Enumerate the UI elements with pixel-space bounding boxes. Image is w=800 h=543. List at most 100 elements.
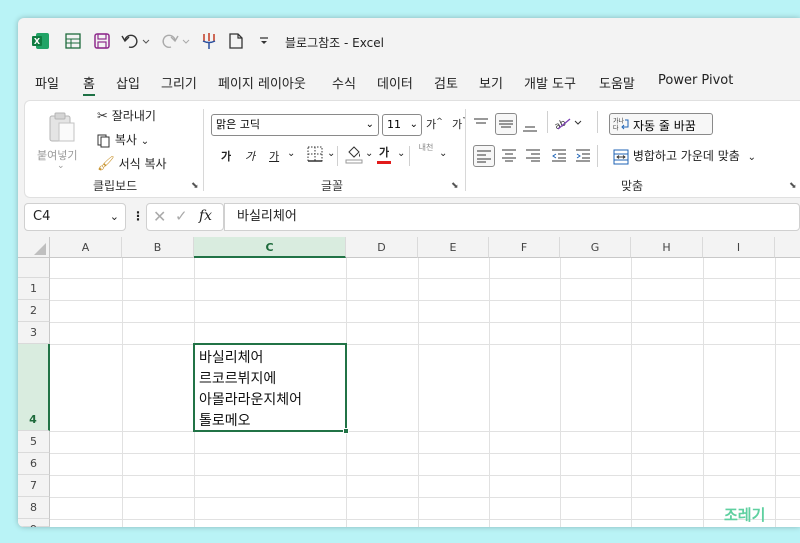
tab-file[interactable]: 파일 — [35, 73, 59, 92]
column-header-i[interactable]: I — [703, 237, 775, 258]
column-header-g[interactable]: G — [560, 237, 631, 258]
copy-label: 복사 — [114, 133, 137, 147]
increase-font-button[interactable]: 가^ — [426, 116, 443, 132]
decrease-indent-icon[interactable] — [551, 147, 567, 163]
align-center-icon[interactable] — [501, 147, 517, 163]
row-header-7[interactable]: 7 — [18, 475, 50, 497]
column-header-d[interactable]: D — [346, 237, 418, 258]
chevron-down-icon: ⌄ — [365, 119, 374, 130]
borders-icon[interactable] — [307, 146, 323, 162]
tab-page-layout[interactable]: 페이지 레이아웃 — [218, 73, 306, 92]
align-left-icon[interactable] — [473, 145, 495, 167]
font-name-select[interactable]: 맑은 고딕 ⌄ — [211, 114, 379, 136]
column-header-c[interactable]: C — [194, 237, 346, 258]
row-header-5[interactable]: 5 — [18, 431, 50, 453]
tab-data[interactable]: 데이터 — [377, 73, 413, 92]
formula-input[interactable]: 바실리체어 — [224, 203, 800, 231]
paste-icon[interactable] — [47, 111, 77, 143]
chevron-down-icon: ⌄ — [409, 119, 418, 130]
chevron-down-icon: ⌄ — [140, 136, 150, 147]
font-color-button[interactable]: 가 — [377, 144, 391, 164]
tab-power-pivot[interactable]: Power Pivot — [658, 73, 733, 88]
column-header-f[interactable]: F — [489, 237, 560, 258]
svg-text:다: 다 — [613, 124, 619, 132]
tab-draw[interactable]: 그리기 — [161, 73, 197, 92]
column-header-e[interactable]: E — [418, 237, 489, 258]
font-size-select[interactable]: 11 ⌄ — [382, 114, 422, 136]
row-header-1[interactable]: 1 — [18, 278, 50, 300]
format-painter-button[interactable]: 🖌 서식 복사 — [97, 155, 167, 172]
tab-help[interactable]: 도움말 — [599, 73, 635, 92]
column-header-j[interactable] — [775, 237, 800, 258]
enter-icon[interactable]: ✓ — [175, 207, 188, 225]
decrease-font-button[interactable]: 가ˇ — [452, 116, 466, 132]
align-right-icon[interactable] — [525, 147, 541, 163]
copy-icon — [97, 134, 111, 148]
font-launcher-icon[interactable]: ⬊ — [451, 181, 459, 191]
chevron-down-icon[interactable]: ⌄ — [287, 148, 295, 159]
row-header-6[interactable]: 6 — [18, 453, 50, 475]
clipboard-launcher-icon[interactable]: ⬊ — [191, 181, 199, 191]
tab-formulas[interactable]: 수식 — [332, 73, 356, 92]
formula-bar: C4 ⌄ ⋮ ✕ ✓ fx 바실리체어 — [24, 203, 800, 231]
column-header-h[interactable]: H — [631, 237, 703, 258]
redo-icon[interactable] — [161, 31, 191, 51]
form-icon[interactable] — [64, 31, 82, 51]
tab-review[interactable]: 검토 — [434, 73, 458, 92]
select-all-corner[interactable] — [18, 237, 50, 258]
worksheet-grid[interactable]: A B C D E F G H I 1 2 3 4 5 6 7 8 9 — [18, 237, 800, 527]
touch-mode-icon[interactable] — [200, 31, 218, 51]
align-top-icon[interactable] — [473, 117, 489, 131]
italic-button[interactable]: 가 — [245, 148, 255, 164]
tab-view[interactable]: 보기 — [479, 73, 503, 92]
row-header-8[interactable]: 8 — [18, 497, 50, 519]
ribbon-divider — [597, 145, 598, 167]
alignment-launcher-icon[interactable]: ⬊ — [789, 181, 797, 191]
increase-indent-icon[interactable] — [575, 147, 591, 163]
tab-home[interactable]: 홈 — [83, 73, 95, 96]
chevron-down-icon[interactable]: ⌄ — [397, 148, 405, 159]
scissors-icon: ✂ — [97, 109, 108, 124]
copy-button[interactable]: 복사 ⌄ — [97, 131, 149, 148]
new-file-icon[interactable] — [228, 31, 244, 51]
gridline — [50, 453, 800, 454]
column-header-b[interactable]: B — [122, 237, 194, 258]
active-cell-c4[interactable]: 바실리체어 르코르뷔지에 아몰라라운지체어 톨로메오 — [193, 343, 349, 434]
merge-center-button[interactable]: 병합하고 가운데 맞춤 ⌄ — [613, 147, 756, 165]
cancel-icon[interactable]: ✕ — [153, 207, 166, 226]
row-header-2[interactable]: 2 — [18, 300, 50, 322]
chevron-down-icon[interactable]: ⌄ — [327, 148, 335, 159]
phonetic-guide-button[interactable]: 내천 — [417, 143, 435, 152]
undo-icon[interactable] — [121, 31, 151, 51]
gridline — [50, 475, 800, 476]
row-header-3[interactable]: 3 — [18, 322, 50, 344]
chevron-down-icon[interactable]: ⌄ — [365, 148, 373, 159]
cut-button[interactable]: ✂ 잘라내기 — [97, 107, 156, 124]
bold-button[interactable]: 가 — [221, 148, 231, 164]
orientation-icon[interactable]: ab — [555, 115, 583, 131]
more-options-icon[interactable]: ⋮ — [132, 209, 144, 223]
insert-function-icon[interactable]: fx — [199, 208, 212, 224]
row-header-4[interactable]: 4 — [18, 344, 50, 431]
tab-insert[interactable]: 삽입 — [116, 73, 140, 92]
align-bottom-icon[interactable] — [522, 117, 538, 133]
paste-chevron-icon[interactable]: ⌄ — [57, 161, 65, 171]
font-name-value: 맑은 고딕 — [216, 118, 260, 131]
chevron-down-icon[interactable]: ⌄ — [439, 148, 447, 159]
ribbon-divider — [547, 111, 548, 133]
save-icon[interactable] — [93, 31, 111, 51]
customize-toolbar-icon[interactable] — [258, 31, 270, 51]
title-bar: X 블로그참조 - Excel — [18, 18, 800, 64]
underline-button[interactable]: 가 — [269, 148, 279, 164]
fill-color-icon[interactable] — [345, 144, 363, 164]
tab-developer[interactable]: 개발 도구 — [524, 73, 576, 92]
merge-center-icon — [613, 149, 629, 165]
gridline — [418, 258, 419, 527]
align-middle-icon[interactable] — [495, 113, 517, 135]
wrap-text-button[interactable]: 가나 다 자동 줄 바꿈 — [609, 113, 713, 135]
row-header-9[interactable]: 9 — [18, 519, 50, 527]
column-header-a[interactable]: A — [50, 237, 122, 258]
name-box[interactable]: C4 ⌄ — [24, 203, 126, 231]
formula-buttons: ✕ ✓ fx — [146, 203, 224, 231]
fill-handle[interactable] — [343, 428, 349, 434]
